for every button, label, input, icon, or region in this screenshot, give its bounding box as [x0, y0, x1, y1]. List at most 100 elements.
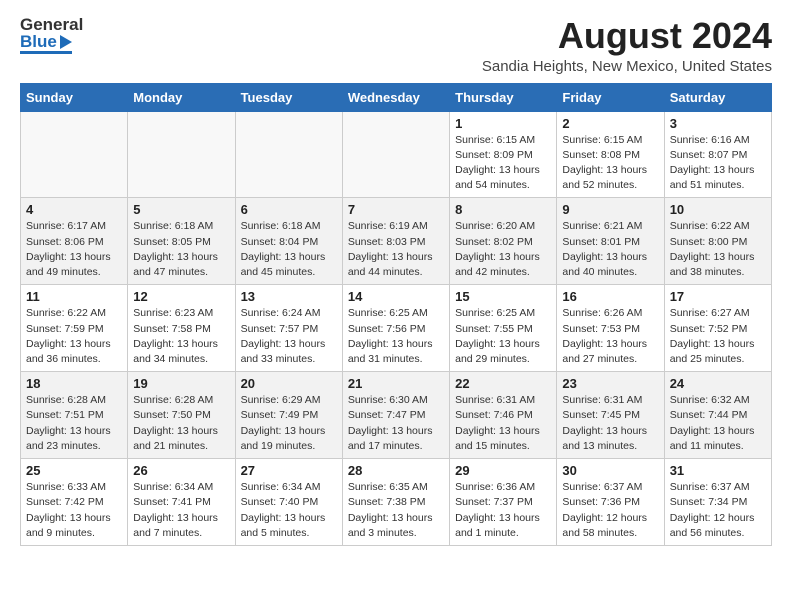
column-header-monday: Monday [128, 83, 235, 111]
day-info: Sunrise: 6:17 AM Sunset: 8:06 PM Dayligh… [26, 219, 122, 280]
day-info: Sunrise: 6:22 AM Sunset: 8:00 PM Dayligh… [670, 219, 766, 280]
day-info: Sunrise: 6:19 AM Sunset: 8:03 PM Dayligh… [348, 219, 444, 280]
day-info: Sunrise: 6:30 AM Sunset: 7:47 PM Dayligh… [348, 393, 444, 454]
day-info: Sunrise: 6:20 AM Sunset: 8:02 PM Dayligh… [455, 219, 551, 280]
day-number: 18 [26, 376, 122, 391]
day-info: Sunrise: 6:31 AM Sunset: 7:46 PM Dayligh… [455, 393, 551, 454]
day-number: 12 [133, 289, 229, 304]
calendar-cell: 23 Sunrise: 6:31 AM Sunset: 7:45 PM Dayli… [557, 372, 664, 459]
day-number: 27 [241, 463, 337, 478]
day-info: Sunrise: 6:15 AM Sunset: 8:08 PM Dayligh… [562, 133, 658, 194]
day-info: Sunrise: 6:26 AM Sunset: 7:53 PM Dayligh… [562, 306, 658, 367]
day-number: 6 [241, 202, 337, 217]
day-number: 2 [562, 116, 658, 131]
calendar-cell [21, 111, 128, 198]
calendar-cell: 21Sunrise: 6:30 AM Sunset: 7:47 PM Dayli… [342, 372, 449, 459]
column-header-friday: Friday [557, 83, 664, 111]
day-number: 1 [455, 116, 551, 131]
day-number: 17 [670, 289, 766, 304]
calendar-cell: 11Sunrise: 6:22 AM Sunset: 7:59 PM Dayli… [21, 285, 128, 372]
column-header-thursday: Thursday [450, 83, 557, 111]
calendar-week-row: 11Sunrise: 6:22 AM Sunset: 7:59 PM Dayli… [21, 285, 772, 372]
month-year-title: August 2024 [482, 16, 772, 56]
day-number: 23 [562, 376, 658, 391]
day-info: Sunrise: 6:21 AM Sunset: 8:01 PM Dayligh… [562, 219, 658, 280]
day-number: 5 [133, 202, 229, 217]
calendar-cell: 25 Sunrise: 6:33 AM Sunset: 7:42 PM Dayli… [21, 459, 128, 546]
day-number: 9 [562, 202, 658, 217]
calendar-week-row: 1 Sunrise: 6:15 AM Sunset: 8:09 PM Daylig… [21, 111, 772, 198]
calendar-week-row: 4 Sunrise: 6:17 AM Sunset: 8:06 PM Daylig… [21, 198, 772, 285]
day-number: 26 [133, 463, 229, 478]
day-number: 25 [26, 463, 122, 478]
calendar-week-row: 25 Sunrise: 6:33 AM Sunset: 7:42 PM Dayli… [21, 459, 772, 546]
day-number: 3 [670, 116, 766, 131]
day-number: 22 [455, 376, 551, 391]
calendar-cell: 7 Sunrise: 6:19 AM Sunset: 8:03 PM Daylig… [342, 198, 449, 285]
calendar-cell: 3 Sunrise: 6:16 AM Sunset: 8:07 PM Daylig… [664, 111, 771, 198]
logo-general: General [20, 16, 83, 33]
calendar-cell: 15 Sunrise: 6:25 AM Sunset: 7:55 PM Dayli… [450, 285, 557, 372]
calendar-cell: 19Sunrise: 6:28 AM Sunset: 7:50 PM Dayli… [128, 372, 235, 459]
day-number: 16 [562, 289, 658, 304]
day-number: 4 [26, 202, 122, 217]
day-info: Sunrise: 6:15 AM Sunset: 8:09 PM Dayligh… [455, 133, 551, 194]
day-info: Sunrise: 6:24 AM Sunset: 7:57 PM Dayligh… [241, 306, 337, 367]
day-info: Sunrise: 6:34 AM Sunset: 7:40 PM Dayligh… [241, 480, 337, 541]
header: General Blue August 2024 Sandia Heights,… [20, 16, 772, 75]
calendar-cell: 20Sunrise: 6:29 AM Sunset: 7:49 PM Dayli… [235, 372, 342, 459]
day-info: Sunrise: 6:31 AM Sunset: 7:45 PM Dayligh… [562, 393, 658, 454]
calendar-week-row: 18 Sunrise: 6:28 AM Sunset: 7:51 PM Dayli… [21, 372, 772, 459]
column-header-wednesday: Wednesday [342, 83, 449, 111]
day-info: Sunrise: 6:16 AM Sunset: 8:07 PM Dayligh… [670, 133, 766, 194]
day-info: Sunrise: 6:36 AM Sunset: 7:37 PM Dayligh… [455, 480, 551, 541]
day-number: 28 [348, 463, 444, 478]
calendar-cell: 18 Sunrise: 6:28 AM Sunset: 7:51 PM Dayli… [21, 372, 128, 459]
day-number: 19 [133, 376, 229, 391]
day-number: 15 [455, 289, 551, 304]
day-info: Sunrise: 6:35 AM Sunset: 7:38 PM Dayligh… [348, 480, 444, 541]
calendar-cell: 6Sunrise: 6:18 AM Sunset: 8:04 PM Daylig… [235, 198, 342, 285]
calendar-cell [235, 111, 342, 198]
day-number: 20 [241, 376, 337, 391]
calendar-cell [128, 111, 235, 198]
calendar-table: SundayMondayTuesdayWednesdayThursdayFrid… [20, 83, 772, 546]
day-number: 31 [670, 463, 766, 478]
day-info: Sunrise: 6:27 AM Sunset: 7:52 PM Dayligh… [670, 306, 766, 367]
calendar-cell: 16 Sunrise: 6:26 AM Sunset: 7:53 PM Dayli… [557, 285, 664, 372]
column-header-saturday: Saturday [664, 83, 771, 111]
calendar-cell: 24 Sunrise: 6:32 AM Sunset: 7:44 PM Dayli… [664, 372, 771, 459]
logo-arrow-icon [60, 35, 72, 49]
calendar-cell: 4 Sunrise: 6:17 AM Sunset: 8:06 PM Daylig… [21, 198, 128, 285]
calendar-cell: 22 Sunrise: 6:31 AM Sunset: 7:46 PM Dayli… [450, 372, 557, 459]
calendar-cell: 10 Sunrise: 6:22 AM Sunset: 8:00 PM Dayli… [664, 198, 771, 285]
day-info: Sunrise: 6:18 AM Sunset: 8:05 PM Dayligh… [133, 219, 229, 280]
calendar-cell [342, 111, 449, 198]
day-info: Sunrise: 6:32 AM Sunset: 7:44 PM Dayligh… [670, 393, 766, 454]
day-info: Sunrise: 6:28 AM Sunset: 7:51 PM Dayligh… [26, 393, 122, 454]
location-subtitle: Sandia Heights, New Mexico, United State… [482, 58, 772, 75]
calendar-cell: 8Sunrise: 6:20 AM Sunset: 8:02 PM Daylig… [450, 198, 557, 285]
calendar-cell: 31Sunrise: 6:37 AM Sunset: 7:34 PM Dayli… [664, 459, 771, 546]
day-number: 13 [241, 289, 337, 304]
logo-blue: Blue [20, 33, 83, 50]
calendar-cell: 26Sunrise: 6:34 AM Sunset: 7:41 PM Dayli… [128, 459, 235, 546]
day-info: Sunrise: 6:22 AM Sunset: 7:59 PM Dayligh… [26, 306, 122, 367]
day-number: 7 [348, 202, 444, 217]
day-number: 24 [670, 376, 766, 391]
calendar-cell: 12Sunrise: 6:23 AM Sunset: 7:58 PM Dayli… [128, 285, 235, 372]
calendar-cell: 2 Sunrise: 6:15 AM Sunset: 8:08 PM Daylig… [557, 111, 664, 198]
day-number: 29 [455, 463, 551, 478]
logo-underline [20, 51, 72, 54]
logo: General Blue [20, 16, 83, 54]
day-info: Sunrise: 6:33 AM Sunset: 7:42 PM Dayligh… [26, 480, 122, 541]
day-info: Sunrise: 6:25 AM Sunset: 7:56 PM Dayligh… [348, 306, 444, 367]
column-header-tuesday: Tuesday [235, 83, 342, 111]
day-number: 10 [670, 202, 766, 217]
title-area: August 2024 Sandia Heights, New Mexico, … [482, 16, 772, 75]
day-info: Sunrise: 6:25 AM Sunset: 7:55 PM Dayligh… [455, 306, 551, 367]
calendar-cell: 29 Sunrise: 6:36 AM Sunset: 7:37 PM Dayli… [450, 459, 557, 546]
day-number: 14 [348, 289, 444, 304]
day-number: 30 [562, 463, 658, 478]
day-info: Sunrise: 6:37 AM Sunset: 7:36 PM Dayligh… [562, 480, 658, 541]
